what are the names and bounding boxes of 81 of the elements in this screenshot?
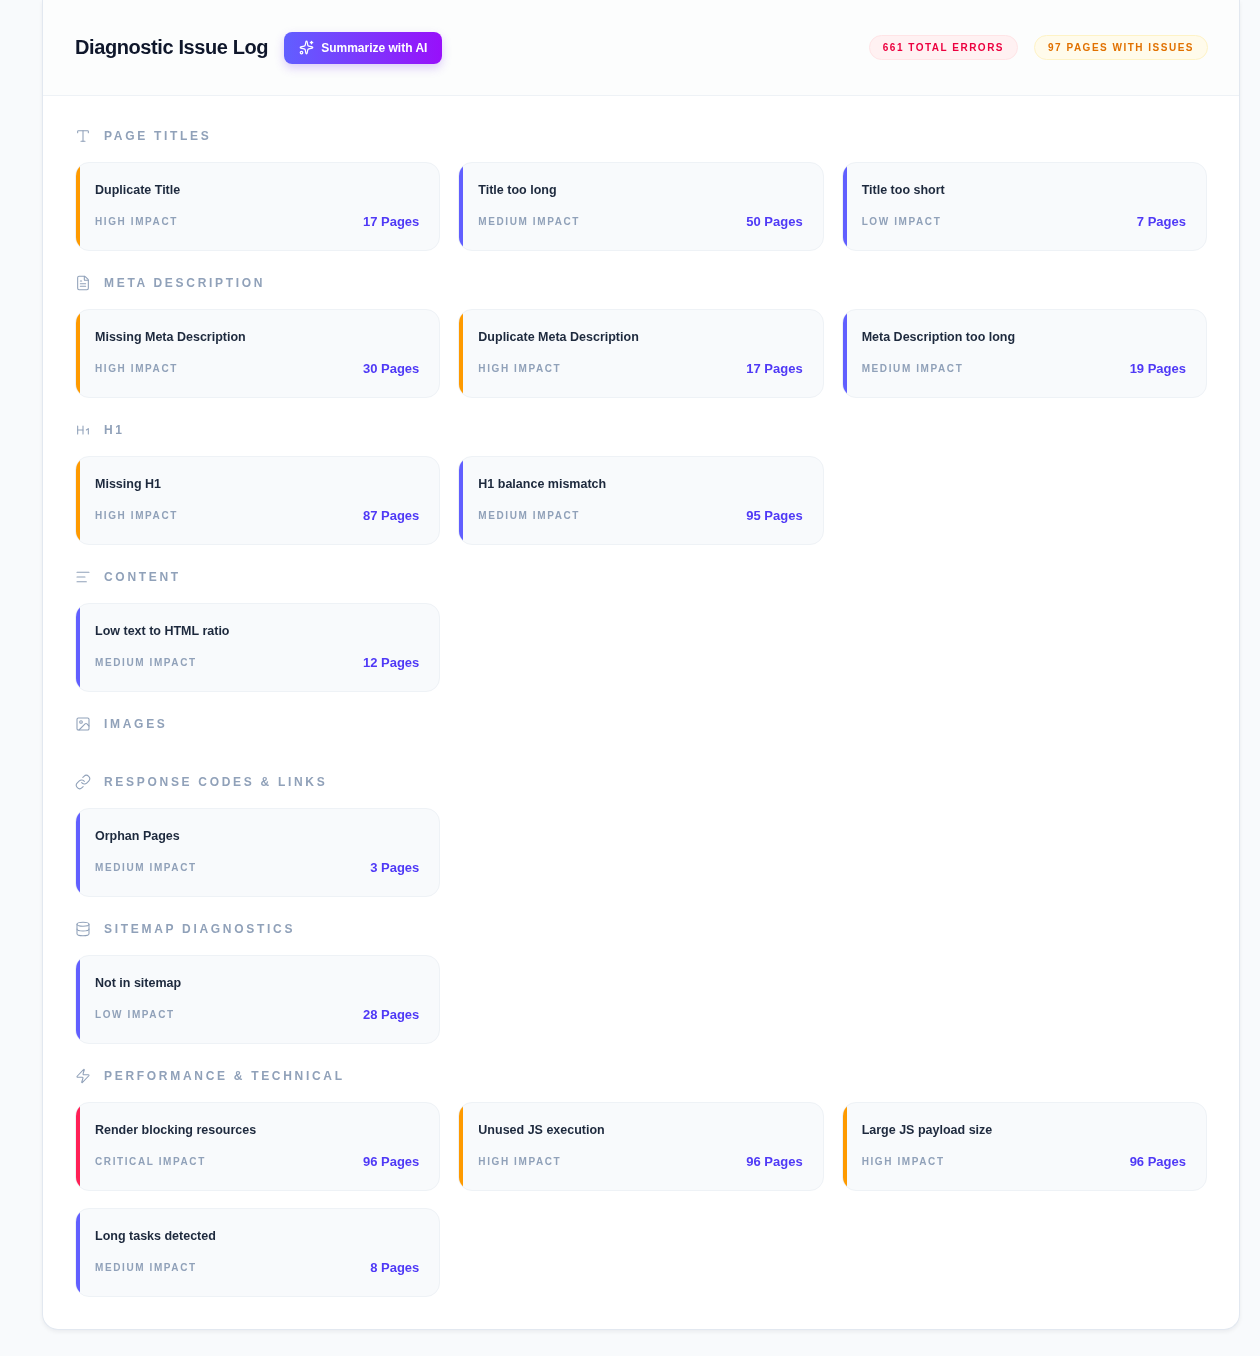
issue-card[interactable]: Duplicate Meta Description HIGH IMPACT 17 Pages xyxy=(458,309,824,398)
section-heading: PAGE TITLES xyxy=(104,129,212,143)
sparkles-icon xyxy=(299,40,315,55)
page-count: 96 Pages xyxy=(362,1154,420,1169)
document-icon xyxy=(75,275,91,291)
page-count: 50 Pages xyxy=(746,214,803,229)
issue-card[interactable]: Meta Description too long MEDIUM IMPACT 19 Pages xyxy=(841,309,1207,398)
issue-title: Orphan Pages xyxy=(95,828,181,844)
page-count: 87 Pages xyxy=(362,508,420,523)
section-heading: CONTENT xyxy=(104,570,181,584)
page-count: 30 Pages xyxy=(362,361,420,376)
database-icon xyxy=(75,921,91,937)
issue-card[interactable]: Missing Meta Description HIGH IMPACT 30 Pages xyxy=(75,309,441,398)
section-heading: PERFORMANCE & TECHNICAL xyxy=(104,1069,345,1083)
page-count: 12 Pages xyxy=(362,655,420,670)
page-count: 8 Pages xyxy=(370,1260,420,1275)
impact-label: HIGH IMPACT xyxy=(478,363,562,374)
issue-title: Title too short xyxy=(861,182,946,198)
page-count: 95 Pages xyxy=(746,508,803,523)
issue-card[interactable]: Title too long MEDIUM IMPACT 50 Pages xyxy=(458,162,824,251)
issue-title: Render blocking resources xyxy=(95,1122,258,1138)
page-count: 7 Pages xyxy=(1136,214,1186,229)
issue-title: Duplicate Title xyxy=(95,182,182,198)
impact-label: MEDIUM IMPACT xyxy=(95,862,197,873)
impact-label: MEDIUM IMPACT xyxy=(478,510,581,521)
impact-label: HIGH IMPACT xyxy=(95,363,178,374)
impact-label: MEDIUM IMPACT xyxy=(478,216,581,227)
issue-title: H1 balance mismatch xyxy=(478,476,608,492)
heading-icon xyxy=(75,422,91,438)
impact-label: MEDIUM IMPACT xyxy=(95,657,197,668)
page-count: 3 Pages xyxy=(370,860,420,875)
impact-label: LOW IMPACT xyxy=(861,216,942,227)
page-count: 28 Pages xyxy=(362,1007,420,1022)
link-icon xyxy=(75,774,91,790)
issue-title: Missing Meta Description xyxy=(95,329,247,345)
issue-card[interactable]: Not in sitemap LOW IMPACT 28 Pages xyxy=(75,955,441,1044)
issue-title: Title too long xyxy=(478,182,558,198)
lines-icon xyxy=(75,569,91,585)
issue-card[interactable]: Low text to HTML ratio MEDIUM IMPACT 12 Pages xyxy=(75,603,441,692)
issue-card[interactable]: Long tasks detected MEDIUM IMPACT 8 Pages xyxy=(75,1208,441,1297)
lightning-icon xyxy=(75,1068,91,1084)
issue-card[interactable]: Large JS payload size HIGH IMPACT 96 Pages xyxy=(841,1102,1207,1191)
section-heading: IMAGES xyxy=(104,717,168,731)
pages-badge: 97 PAGES WITH ISSUES xyxy=(1034,35,1208,60)
summarize-button[interactable]: Summarize with AI xyxy=(284,31,443,64)
issue-title: Unused JS execution xyxy=(478,1122,606,1138)
page-count: 19 Pages xyxy=(1129,361,1186,376)
issue-title: Not in sitemap xyxy=(95,975,183,991)
page-count: 96 Pages xyxy=(746,1154,803,1169)
issue-title: Long tasks detected xyxy=(95,1228,217,1244)
issue-card[interactable]: Render blocking resources CRITICAL IMPACT 96 Pages xyxy=(75,1102,441,1191)
page-count: 17 Pages xyxy=(362,214,420,229)
image-icon xyxy=(75,716,91,732)
section-heading: SITEMAP DIAGNOSTICS xyxy=(104,922,296,936)
section-heading: META DESCRIPTION xyxy=(104,276,266,290)
impact-label: HIGH IMPACT xyxy=(861,1156,945,1167)
section-heading: H1 xyxy=(104,423,125,437)
issue-card[interactable]: H1 balance mismatch MEDIUM IMPACT 95 Pages xyxy=(458,456,824,545)
impact-label: HIGH IMPACT xyxy=(95,216,178,227)
section-heading: RESPONSE CODES & LINKS xyxy=(104,775,328,789)
errors-badge: 661 TOTAL ERRORS xyxy=(868,35,1019,60)
impact-label: LOW IMPACT xyxy=(95,1009,175,1020)
issue-card[interactable]: Title too short LOW IMPACT 7 Pages xyxy=(841,162,1207,251)
text-icon xyxy=(75,128,91,144)
impact-label: HIGH IMPACT xyxy=(95,510,178,521)
issue-title: Missing H1 xyxy=(95,476,162,492)
page-title: Diagnostic Issue Log xyxy=(75,36,269,59)
issue-title: Low text to HTML ratio xyxy=(95,623,231,639)
issue-title: Meta Description too long xyxy=(861,329,1017,345)
issue-title: Large JS payload size xyxy=(861,1122,994,1138)
impact-label: MEDIUM IMPACT xyxy=(95,1262,197,1273)
issue-card[interactable]: Orphan Pages MEDIUM IMPACT 3 Pages xyxy=(75,808,441,897)
page-count: 96 Pages xyxy=(1129,1154,1186,1169)
impact-label: HIGH IMPACT xyxy=(478,1156,562,1167)
impact-label: CRITICAL IMPACT xyxy=(95,1156,206,1167)
impact-label: MEDIUM IMPACT xyxy=(861,363,964,374)
issue-card[interactable]: Duplicate Title HIGH IMPACT 17 Pages xyxy=(75,162,441,251)
issue-title: Duplicate Meta Description xyxy=(478,329,640,345)
page-count: 17 Pages xyxy=(746,361,803,376)
issue-card[interactable]: Missing H1 HIGH IMPACT 87 Pages xyxy=(75,456,441,545)
issue-card[interactable]: Unused JS execution HIGH IMPACT 96 Pages xyxy=(458,1102,824,1191)
